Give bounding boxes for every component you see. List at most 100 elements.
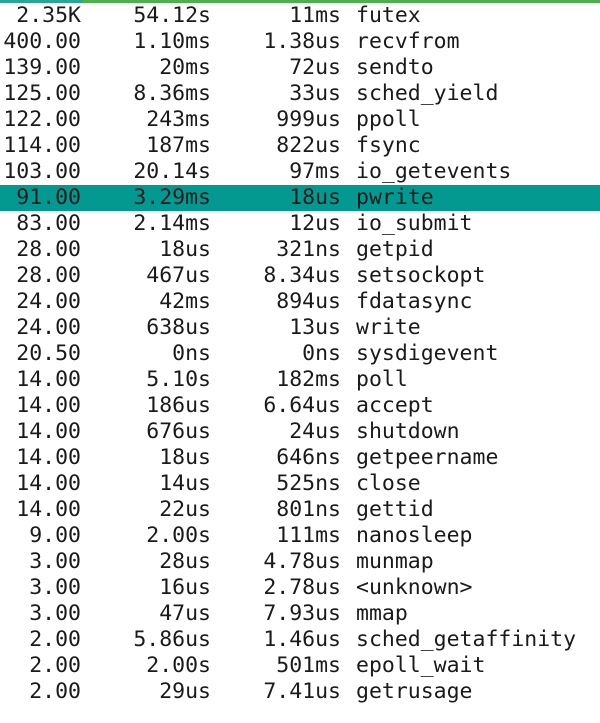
calls-cell: 14.00 [16,445,81,470]
time-cell: 14us [159,471,211,496]
avg-time-cell: 182ms [276,367,341,392]
table-row[interactable]: 103.00 20.14s 97ms io_getevents [0,159,600,185]
avg-time-cell: 894us [276,289,341,314]
avg-time-cell: 7.93us [263,601,341,626]
avg-time-cell: 18us [289,185,341,210]
avg-time-cell: 111ms [276,523,341,548]
syscall-name-cell: futex [356,3,421,28]
avg-time-cell: 321ns [276,237,341,262]
time-cell: 18us [159,445,211,470]
time-cell: 18us [159,237,211,262]
table-row[interactable]: 2.00 5.86us 1.46us sched_getaffinity [0,627,600,653]
table-row[interactable]: 28.00 18us 321ns getpid [0,237,600,263]
syscall-name-cell: setsockopt [356,263,486,288]
avg-time-cell: 525ns [276,471,341,496]
avg-time-cell: 13us [289,315,341,340]
table-row[interactable]: 3.00 47us 7.93us mmap [0,601,600,627]
syscall-name-cell: io_submit [356,211,473,236]
avg-time-cell: 822us [276,133,341,158]
time-cell: 2.14ms [133,211,211,236]
time-cell: 186us [146,393,211,418]
calls-cell: 14.00 [16,497,81,522]
table-row[interactable]: 114.00 187ms 822us fsync [0,133,600,159]
calls-cell: 103.00 [3,159,81,184]
time-cell: 467us [146,263,211,288]
table-row[interactable]: 2.00 29us 7.41us getrusage [0,679,600,705]
table-row[interactable]: 125.00 8.36ms 33us sched_yield [0,81,600,107]
syscall-name-cell: pwrite [356,185,434,210]
syscall-name-cell: fsync [356,133,421,158]
avg-time-cell: 33us [289,81,341,106]
table-row[interactable]: 3.00 28us 4.78us munmap [0,549,600,575]
avg-time-cell: 7.41us [263,679,341,704]
time-cell: 5.10s [146,367,211,392]
time-cell: 3.29ms [133,185,211,210]
syscall-name-cell: sched_getaffinity [356,627,577,652]
calls-cell: 28.00 [16,263,81,288]
calls-cell: 2.00 [29,653,81,678]
table-row[interactable]: 24.00 42ms 894us fdatasync [0,289,600,315]
calls-cell: 400.00 [3,29,81,54]
calls-cell: 91.00 [16,185,81,210]
avg-time-cell: 999us [276,107,341,132]
time-cell: 42ms [159,289,211,314]
time-cell: 5.86us [133,627,211,652]
table-row[interactable]: 14.00 18us 646ns getpeername [0,445,600,471]
avg-time-cell: 2.78us [263,575,341,600]
avg-time-cell: 24us [289,419,341,444]
avg-time-cell: 0ns [302,341,341,366]
calls-cell: 3.00 [29,549,81,574]
time-cell: 676us [146,419,211,444]
table-row[interactable]: 122.00 243ms 999us ppoll [0,107,600,133]
avg-time-cell: 801ns [276,497,341,522]
table-row[interactable]: 2.00 2.00s 501ms epoll_wait [0,653,600,679]
avg-time-cell: 6.64us [263,393,341,418]
table-row[interactable]: 14.00 676us 24us shutdown [0,419,600,445]
syscall-name-cell: sendto [356,55,434,80]
calls-cell: 14.00 [16,419,81,444]
syscall-name-cell: shutdown [356,419,460,444]
table-row[interactable]: 24.00 638us 13us write [0,315,600,341]
table-row[interactable]: 9.00 2.00s 111ms nanosleep [0,523,600,549]
table-row[interactable]: 14.00 14us 525ns close [0,471,600,497]
avg-time-cell: 8.34us [263,263,341,288]
table-row[interactable]: 2.35K 54.12s 11ms futex [0,3,600,29]
table-row[interactable]: 3.00 16us 2.78us <unknown> [0,575,600,601]
table-row[interactable]: 20.50 0ns 0ns sysdigevent [0,341,600,367]
calls-cell: 83.00 [16,211,81,236]
table-row[interactable]: 83.00 2.14ms 12us io_submit [0,211,600,237]
syscall-name-cell: nanosleep [356,523,473,548]
table-row[interactable]: 14.00 5.10s 182ms poll [0,367,600,393]
syscall-name-cell: fdatasync [356,289,473,314]
calls-cell: 2.00 [29,679,81,704]
table-row[interactable]: 139.00 20ms 72us sendto [0,55,600,81]
calls-cell: 14.00 [16,393,81,418]
calls-cell: 2.35K [16,3,81,28]
table-row[interactable]: 400.00 1.10ms 1.38us recvfrom [0,29,600,55]
avg-time-cell: 1.46us [263,627,341,652]
syscall-name-cell: gettid [356,497,434,522]
syscall-name-cell: close [356,471,421,496]
time-cell: 2.00s [146,653,211,678]
calls-cell: 2.00 [29,627,81,652]
calls-cell: 114.00 [3,133,81,158]
syscall-name-cell: io_getevents [356,159,512,184]
syscall-name-cell: getrusage [356,679,473,704]
table-row[interactable]: 14.00 22us 801ns gettid [0,497,600,523]
calls-cell: 125.00 [3,81,81,106]
table-row-selected[interactable]: 91.00 3.29ms 18us pwrite [0,185,600,211]
avg-time-cell: 1.38us [263,29,341,54]
syscall-name-cell: sysdigevent [356,341,499,366]
time-cell: 20.14s [133,159,211,184]
table-row[interactable]: 28.00 467us 8.34us setsockopt [0,263,600,289]
avg-time-cell: 501ms [276,653,341,678]
syscall-name-cell: epoll_wait [356,653,486,678]
syscall-table[interactable]: 2.35K 54.12s 11ms futex 400.00 1.10ms 1.38us re… [0,3,600,705]
syscall-name-cell: munmap [356,549,434,574]
syscall-name-cell: poll [356,367,408,392]
calls-cell: 24.00 [16,289,81,314]
syscall-name-cell: recvfrom [356,29,460,54]
time-cell: 187ms [146,133,211,158]
table-row[interactable]: 14.00 186us 6.64us accept [0,393,600,419]
syscall-name-cell: accept [356,393,434,418]
